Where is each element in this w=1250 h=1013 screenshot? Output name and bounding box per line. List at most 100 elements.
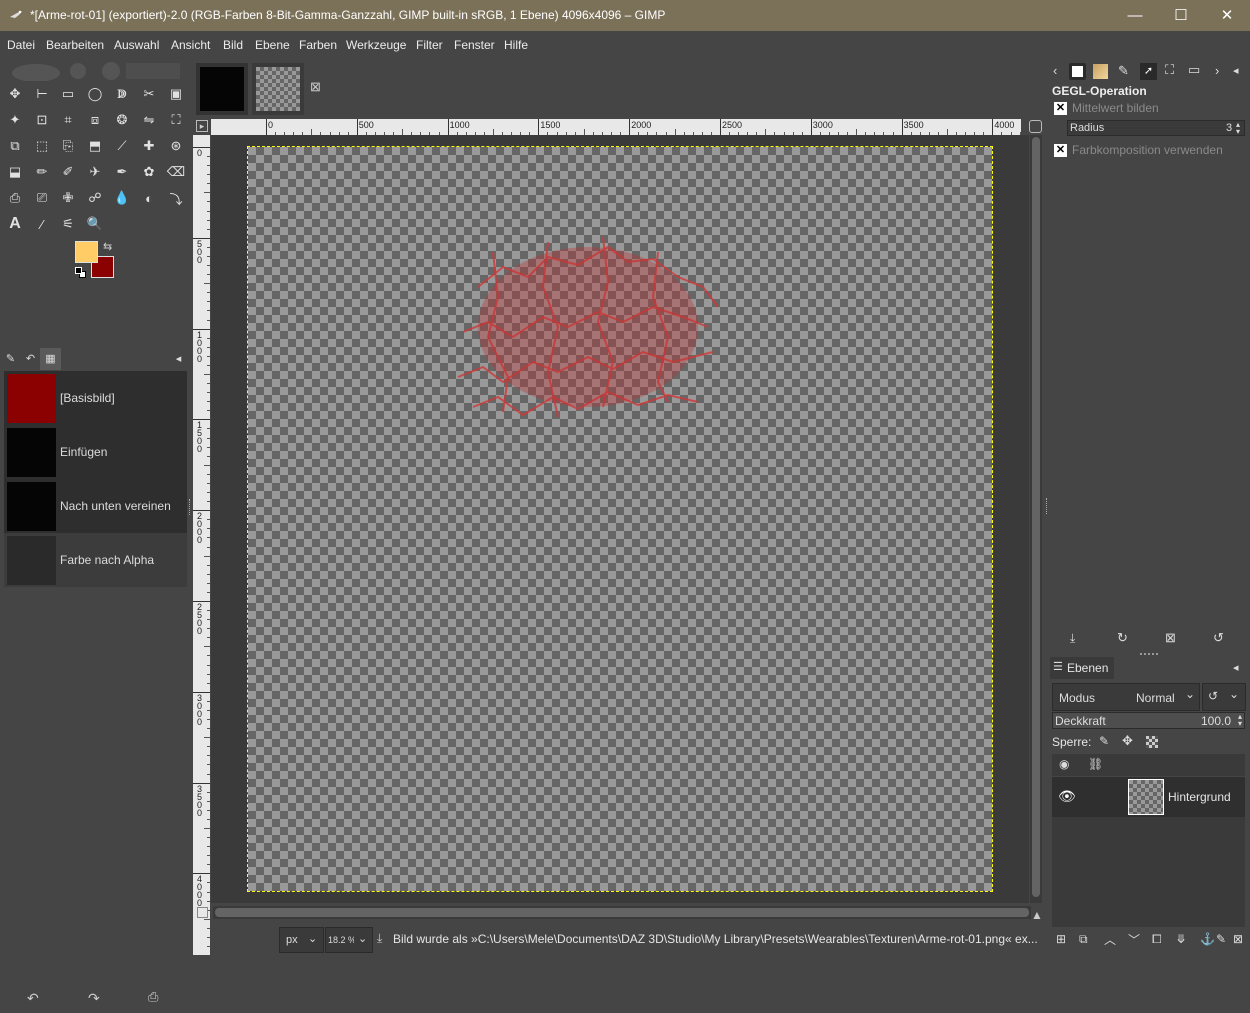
image-tab-2[interactable] — [252, 63, 304, 115]
new-layer-icon[interactable]: ⊞ — [1056, 932, 1066, 946]
eye-icon[interactable]: 👁 — [1058, 788, 1076, 805]
warp-icon[interactable]: ❂ — [111, 109, 133, 131]
delete-preset-icon[interactable]: ⊠ — [1165, 630, 1176, 646]
unit-select[interactable]: px ⌄ — [279, 927, 324, 953]
spin-arrows-icon[interactable]: ▴ ▾ — [1238, 713, 1242, 728]
undo-item-vereinen[interactable]: Nach unten vereinen — [4, 479, 187, 533]
blur-icon[interactable]: 💧 — [111, 187, 133, 209]
align-icon[interactable]: ⊢ — [31, 83, 53, 105]
measure-icon[interactable]: ⚟ — [57, 213, 79, 235]
pencil-icon[interactable]: ✐ — [57, 161, 79, 183]
cage-icon[interactable]: ⧉ — [4, 135, 26, 157]
anchor-layer-icon[interactable]: ⚓ — [1200, 932, 1215, 946]
dock-menu-icon[interactable]: ◂ — [1233, 64, 1239, 77]
mode-reset-button[interactable]: ↺ ⌄ — [1202, 683, 1246, 711]
rect-select-icon[interactable]: ▭ — [57, 83, 79, 105]
color-select-icon[interactable]: ⊡ — [31, 109, 53, 131]
gegl-mean-checkbox[interactable]: ✕ — [1054, 102, 1067, 115]
save-preset-icon[interactable]: ⤓ — [1070, 631, 1075, 646]
undo-icon[interactable]: ↶ — [27, 990, 39, 1007]
gradient-icon[interactable]: ⬓ — [4, 161, 26, 183]
redo-icon[interactable]: ↷ — [88, 990, 100, 1007]
lock-alpha-icon[interactable] — [1146, 736, 1158, 748]
tool-options-tab-icon[interactable]: ✎ — [0, 348, 21, 370]
mypaint-icon[interactable]: ✿ — [138, 161, 160, 183]
lower-layer-icon[interactable]: ﹀ — [1128, 931, 1140, 948]
heal-icon[interactable]: ✚ — [138, 135, 160, 157]
ellipse-select-icon[interactable]: ◯ — [84, 83, 106, 105]
layer-mode-select[interactable]: Modus Normal ⌄ — [1052, 683, 1200, 711]
swap-colors-icon[interactable]: ⇆ — [103, 240, 112, 253]
layers-tab[interactable]: ☰ Ebenen — [1050, 657, 1114, 679]
undo-item-einfuegen[interactable]: Einfügen — [4, 425, 187, 479]
undo-item-farbe-nach-alpha[interactable]: Farbe nach Alpha — [4, 533, 187, 587]
zoom-select[interactable]: 18.2 % ⌄ — [325, 927, 373, 953]
menu-werkzeuge[interactable]: Werkzeuge — [346, 38, 406, 52]
dodge-burn-icon[interactable]: ◐ — [138, 187, 160, 209]
merge-down-icon[interactable]: ⤋ — [1176, 932, 1186, 946]
undo-history-tab-icon[interactable]: ↶ — [20, 348, 41, 370]
dock-menu-icon[interactable]: ◂ — [168, 348, 189, 370]
clone-icon[interactable]: ⎙ — [4, 187, 26, 209]
minimize-button[interactable]: — — [1112, 0, 1158, 31]
new-group-icon[interactable]: ⧉ — [1079, 932, 1088, 947]
menu-hilfe[interactable]: Hilfe — [504, 38, 528, 52]
zoom-icon[interactable]: 🔍 — [84, 213, 106, 235]
layer-row-hintergrund[interactable]: 👁 Hintergrund — [1052, 777, 1245, 817]
raise-layer-icon[interactable]: ︿ — [1104, 931, 1116, 948]
crop-icon[interactable]: ⌗ — [57, 109, 79, 131]
menu-fenster[interactable]: Fenster — [454, 38, 495, 52]
menu-ansicht[interactable]: Ansicht — [171, 38, 210, 52]
close-tab-icon[interactable]: ⊠ — [310, 79, 321, 95]
undo-item-basisbild[interactable]: [Basisbild] — [4, 371, 187, 425]
menu-filter[interactable]: Filter — [416, 38, 443, 52]
menu-bearbeiten[interactable]: Bearbeiten — [46, 38, 104, 52]
maximize-button[interactable]: ☐ — [1158, 0, 1204, 31]
vertical-scrollbar[interactable] — [1030, 135, 1042, 903]
default-colors-icon[interactable] — [75, 267, 87, 279]
seamless-clone-icon[interactable]: ⎘ — [57, 135, 79, 157]
dock-menu-icon[interactable]: ◂ — [1233, 661, 1239, 674]
menu-auswahl[interactable]: Auswahl — [114, 38, 159, 52]
eraser-icon[interactable]: ⌫ — [165, 161, 187, 183]
chevron-right-icon[interactable]: › — [1215, 63, 1219, 78]
navigate-icon[interactable]: ▲ — [1031, 908, 1043, 922]
handle-transform-icon[interactable]: ⬚ — [31, 135, 53, 157]
shear-icon[interactable]: ⟋ — [111, 135, 133, 157]
paths-icon[interactable]: ⤵ — [165, 187, 187, 209]
fonts-tab-icon[interactable]: ▭ — [1188, 62, 1200, 78]
chevron-left-icon[interactable]: ‹ — [1053, 63, 1057, 78]
clear-history-icon[interactable]: ⎙ — [148, 989, 158, 1005]
color-picker-icon[interactable]: ⁄ — [31, 213, 53, 235]
free-select-icon[interactable]: ↇ — [111, 83, 133, 105]
paint-dynamics-tab-icon[interactable]: ✎ — [1118, 63, 1129, 79]
paintbrush-icon[interactable]: ✏ — [31, 161, 53, 183]
reset-options-icon[interactable]: ↺ — [1213, 630, 1224, 646]
brushes-tab-icon[interactable] — [1069, 63, 1086, 80]
foreground-select-icon[interactable]: ▣ — [165, 83, 187, 105]
perspective-clone-icon[interactable]: ⎚ — [31, 187, 53, 209]
perspective-icon[interactable]: ⛶ — [165, 109, 187, 131]
opacity-spinbox[interactable]: Deckkraft 100.0 ▴ ▾ — [1052, 712, 1245, 729]
duplicate-layer-icon[interactable]: ⧠ — [1152, 932, 1162, 947]
text-icon[interactable]: A — [4, 213, 26, 235]
unified-transform-icon[interactable]: ⧈ — [84, 109, 106, 131]
image-canvas[interactable] — [247, 146, 993, 892]
lock-position-icon[interactable]: ✥ — [1122, 733, 1133, 749]
tool-presets-tab-icon[interactable]: ⛶ — [1165, 62, 1174, 78]
smudge-icon[interactable]: ⊛ — [165, 135, 187, 157]
airbrush-icon[interactable]: ✈ — [84, 161, 106, 183]
bucket-fill-icon[interactable]: ⬒ — [84, 135, 106, 157]
dock-resize-handle[interactable] — [189, 499, 192, 515]
move-icon[interactable]: ✥ — [4, 83, 26, 105]
scissors-icon[interactable]: ✂ — [138, 83, 160, 105]
images-tab-icon[interactable]: ▦ — [40, 348, 61, 370]
quick-mask-corner-icon[interactable] — [197, 907, 208, 918]
pane-separator[interactable] — [1140, 653, 1158, 655]
flip-icon[interactable]: ⇋ — [138, 109, 160, 131]
fuzzy-select-icon[interactable]: ✦ — [4, 109, 26, 131]
heal-brush-icon[interactable]: ✙ — [57, 187, 79, 209]
mask-layer-icon[interactable]: ✎ — [1216, 932, 1226, 946]
canvas-viewport[interactable] — [211, 135, 1029, 903]
gegl-compose-checkbox[interactable]: ✕ — [1054, 144, 1067, 157]
